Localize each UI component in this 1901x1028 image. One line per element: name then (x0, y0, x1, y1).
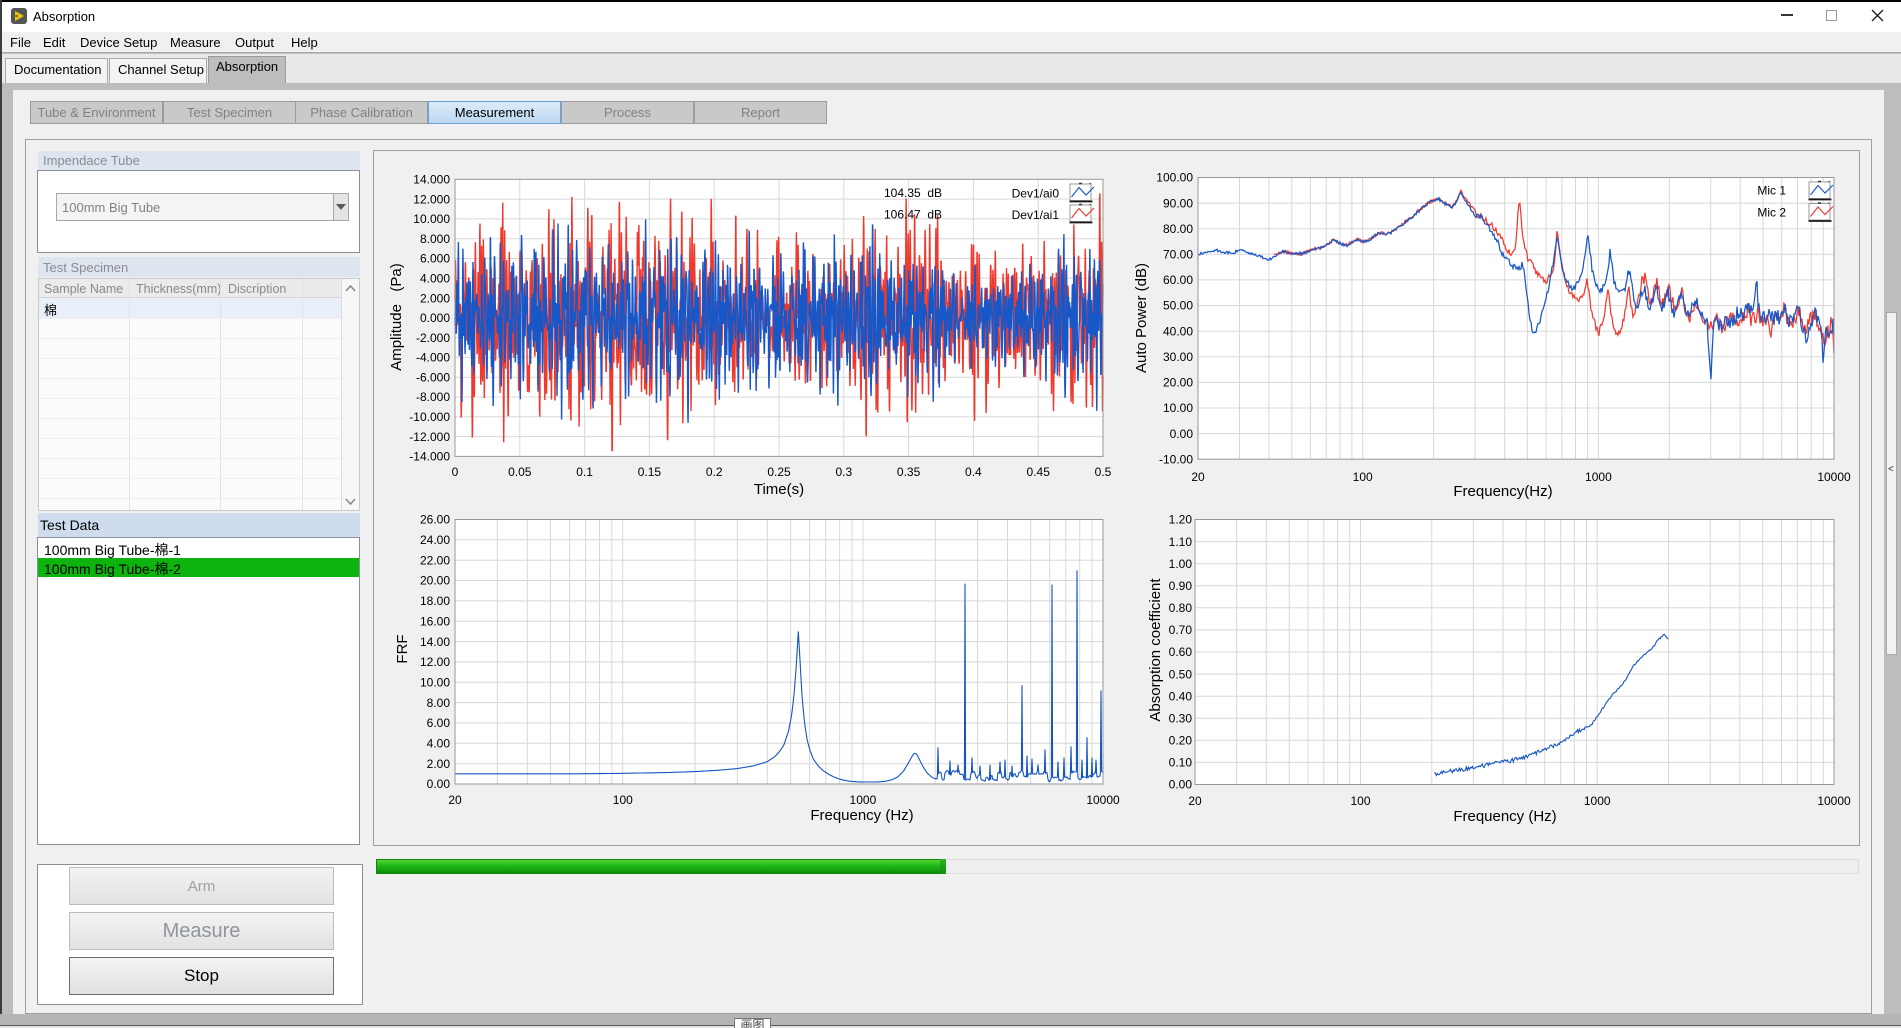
svg-text:80.00: 80.00 (1163, 222, 1193, 236)
svg-text:0.40: 0.40 (1169, 689, 1193, 703)
svg-text:100: 100 (613, 793, 633, 807)
svg-text:0.4: 0.4 (965, 465, 982, 479)
svg-text:4.000: 4.000 (420, 272, 450, 286)
svg-text:0.45: 0.45 (1027, 465, 1051, 479)
svg-text:50.00: 50.00 (1163, 299, 1193, 313)
svg-text:1000: 1000 (1585, 470, 1612, 484)
svg-text:10000: 10000 (1817, 470, 1851, 484)
svg-text:0.10: 0.10 (1169, 756, 1193, 770)
svg-text:6.00: 6.00 (427, 716, 451, 730)
svg-text:Amplitude (Pa): Amplitude (Pa) (388, 263, 405, 371)
svg-text:0.00: 0.00 (1170, 427, 1194, 441)
svg-text:Dev1/ai1: Dev1/ai1 (1012, 208, 1060, 222)
svg-text:-8.000: -8.000 (416, 390, 450, 404)
svg-text:14.000: 14.000 (413, 173, 450, 187)
svg-text:-12.000: -12.000 (409, 430, 450, 444)
svg-text:22.00: 22.00 (420, 553, 450, 567)
svg-text:1.20: 1.20 (1169, 513, 1193, 527)
svg-text:12.000: 12.000 (413, 192, 450, 206)
svg-text:FRF: FRF (394, 634, 411, 663)
svg-text:104.35 dB: 104.35 dB (884, 186, 942, 200)
svg-text:0.35: 0.35 (897, 465, 921, 479)
svg-text:0.5: 0.5 (1095, 465, 1112, 479)
svg-text:26.00: 26.00 (420, 513, 450, 527)
svg-text:0.15: 0.15 (638, 465, 662, 479)
svg-text:-10.000: -10.000 (409, 410, 450, 424)
svg-text:0.30: 0.30 (1169, 712, 1193, 726)
svg-text:14.00: 14.00 (420, 635, 450, 649)
svg-text:6.000: 6.000 (420, 252, 450, 266)
svg-text:20: 20 (1191, 470, 1205, 484)
svg-text:1000: 1000 (850, 793, 877, 807)
svg-text:20.00: 20.00 (420, 574, 450, 588)
svg-text:30.00: 30.00 (1163, 350, 1193, 364)
svg-text:0.50: 0.50 (1169, 667, 1193, 681)
svg-text:40.00: 40.00 (1163, 324, 1193, 338)
svg-text:18.00: 18.00 (420, 594, 450, 608)
svg-text:12.00: 12.00 (420, 655, 450, 669)
svg-text:-6.000: -6.000 (416, 370, 450, 384)
svg-text:2.00: 2.00 (427, 757, 451, 771)
svg-text:0.05: 0.05 (508, 465, 532, 479)
svg-text:0.00: 0.00 (1169, 778, 1193, 792)
svg-text:Mic 2: Mic 2 (1757, 206, 1786, 220)
svg-text:Frequency(Hz): Frequency(Hz) (1453, 483, 1552, 500)
svg-text:1.00: 1.00 (1169, 557, 1193, 571)
svg-text:2.000: 2.000 (420, 291, 450, 305)
svg-text:0.90: 0.90 (1169, 579, 1193, 593)
svg-text:20: 20 (1188, 794, 1202, 808)
svg-text:8.000: 8.000 (420, 232, 450, 246)
svg-text:0.70: 0.70 (1169, 623, 1193, 637)
svg-text:16.00: 16.00 (420, 614, 450, 628)
svg-text:0.80: 0.80 (1169, 601, 1193, 615)
svg-text:0.25: 0.25 (767, 465, 791, 479)
svg-text:106.47 dB: 106.47 dB (884, 208, 942, 222)
svg-text:20: 20 (448, 793, 462, 807)
svg-text:0.000: 0.000 (420, 311, 450, 325)
svg-text:0.60: 0.60 (1169, 645, 1193, 659)
svg-text:-4.000: -4.000 (416, 351, 450, 365)
svg-text:0.00: 0.00 (427, 777, 451, 791)
svg-text:1000: 1000 (1584, 794, 1611, 808)
svg-text:Absorption coefficient: Absorption coefficient (1147, 578, 1164, 722)
svg-text:0.20: 0.20 (1169, 734, 1193, 748)
svg-text:0.1: 0.1 (576, 465, 593, 479)
svg-text:20.00: 20.00 (1163, 376, 1193, 390)
svg-text:4.00: 4.00 (427, 737, 451, 751)
svg-text:24.00: 24.00 (420, 533, 450, 547)
svg-text:0.3: 0.3 (835, 465, 852, 479)
svg-text:10.000: 10.000 (413, 212, 450, 226)
svg-text:Auto Power (dB): Auto Power (dB) (1133, 263, 1150, 373)
svg-text:Dev1/ai0: Dev1/ai0 (1012, 187, 1060, 201)
svg-text:60.00: 60.00 (1163, 273, 1193, 287)
svg-text:8.00: 8.00 (427, 696, 451, 710)
svg-text:100: 100 (1353, 470, 1373, 484)
svg-text:10.00: 10.00 (1163, 401, 1193, 415)
svg-text:Time(s): Time(s) (754, 481, 804, 498)
svg-text:Frequency (Hz): Frequency (Hz) (810, 807, 913, 824)
svg-text:1.10: 1.10 (1169, 535, 1193, 549)
svg-text:70.00: 70.00 (1163, 248, 1193, 262)
svg-text:Frequency (Hz): Frequency (Hz) (1453, 808, 1556, 825)
svg-text:10.00: 10.00 (420, 676, 450, 690)
svg-text:100: 100 (1350, 794, 1370, 808)
svg-text:100.00: 100.00 (1156, 171, 1193, 185)
svg-text:-2.000: -2.000 (416, 331, 450, 345)
svg-text:0.2: 0.2 (706, 465, 723, 479)
svg-text:Mic 1: Mic 1 (1757, 184, 1786, 198)
svg-text:0: 0 (452, 465, 459, 479)
svg-text:10000: 10000 (1817, 794, 1851, 808)
svg-text:-10.00: -10.00 (1159, 452, 1193, 466)
svg-text:-14.000: -14.000 (409, 450, 450, 464)
svg-text:90.00: 90.00 (1163, 196, 1193, 210)
svg-text:10000: 10000 (1086, 793, 1120, 807)
